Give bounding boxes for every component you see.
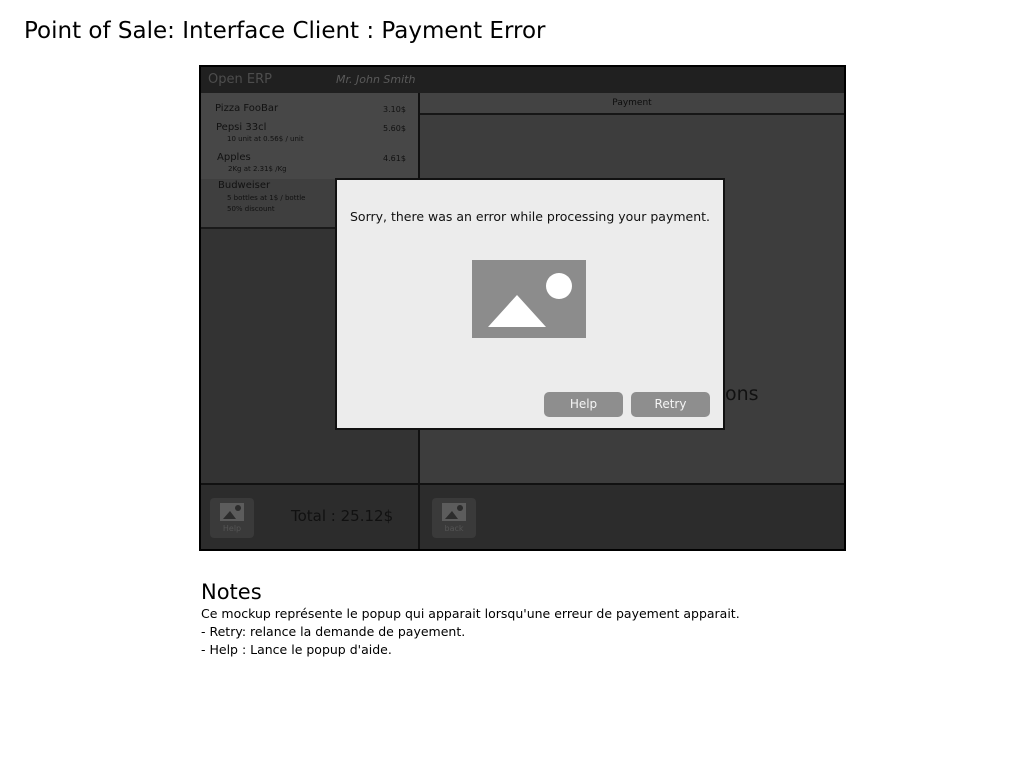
notes-line: - Retry: relance la demande de payement. [201,624,466,639]
order-line-name: Apples [217,152,251,163]
brand-label: Open ERP [208,72,272,87]
help-button[interactable]: Help [210,498,254,538]
order-line-pepsi[interactable]: Pepsi 33cl 5.60$ 10 unit at 0.56$ / unit [201,122,418,146]
back-button-label: back [444,524,464,533]
notes-line: - Help : Lance le popup d'aide. [201,642,392,657]
notes-title: Notes [201,580,262,604]
order-line-pizza[interactable]: Pizza FooBar 3.10$ [201,103,418,119]
order-line-name: Pizza FooBar [215,103,279,114]
error-message: Sorry, there was an error while processi… [349,209,711,224]
order-line-detail: 50% discount [227,205,275,213]
image-icon [442,503,466,521]
help-button-label: Help [222,524,242,533]
order-line-price: 4.61$ [383,154,406,163]
bottom-bar: Help Total : 25.12$ back [201,483,844,549]
bottom-divider [418,485,420,549]
pos-screen: Open ERP Mr. John Smith Pizza FooBar 3.1… [199,65,846,551]
retry-button[interactable]: Retry [631,392,710,417]
order-line-price: 5.60$ [383,124,406,133]
notes-line: Ce mockup représente le popup qui appara… [201,606,740,621]
order-line-apples[interactable]: Apples 4.61$ 2Kg at 2.31$ /Kg [201,152,418,178]
help-button[interactable]: Help [544,392,623,417]
image-icon [220,503,244,521]
cashier-name: Mr. John Smith [336,73,416,86]
order-line-detail: 10 unit at 0.56$ / unit [227,135,304,143]
back-button[interactable]: back [432,498,476,538]
top-bar: Open ERP Mr. John Smith [201,67,844,93]
order-line-detail: 5 bottles at 1$ / bottle [227,194,306,202]
order-line-price: 3.10$ [383,105,406,114]
payment-error-dialog: Sorry, there was an error while processi… [335,178,725,430]
image-placeholder-icon [472,260,586,338]
order-line-name: Pepsi 33cl [216,122,267,133]
notes-section: Notes Ce mockup représente le popup qui … [201,579,901,659]
payment-header: Payment [420,93,844,115]
order-total: Total : 25.12$ [291,507,394,525]
order-line-detail: 2Kg at 2.31$ /Kg [228,165,287,173]
order-line-name: Budweiser [218,180,271,191]
page-title: Point of Sale: Interface Client : Paymen… [24,18,546,44]
